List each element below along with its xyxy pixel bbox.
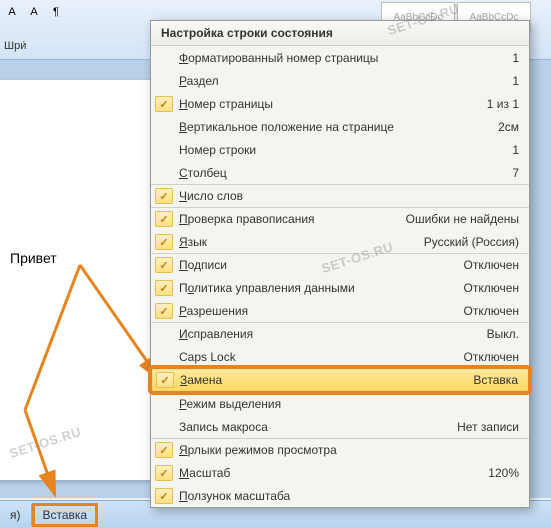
checkmark-icon (155, 442, 173, 458)
menu-item-value: 120% (488, 466, 519, 480)
menu-item-value: Русский (Россия) (424, 235, 519, 249)
menu-item-value: 2см (498, 120, 519, 134)
checkmark-icon (155, 234, 173, 250)
checkmark-icon (155, 303, 173, 319)
menu-item-label: Масштаб (179, 466, 488, 480)
menu-item-value: Отключен (463, 281, 519, 295)
status-tab-left[interactable]: я) (0, 504, 32, 526)
checkmark-icon (155, 280, 173, 296)
checkmark-icon (155, 349, 173, 365)
menu-item-label: Номер строки (179, 143, 512, 157)
menu-item-value: 1 (512, 51, 519, 65)
menu-item-value: Отключен (463, 350, 519, 364)
menu-item-value: Ошибки не найдены (406, 212, 519, 226)
menu-item-value: 7 (512, 166, 519, 180)
menu-item-label: Номер страницы (179, 97, 487, 111)
checkmark-icon (155, 188, 173, 204)
menu-item[interactable]: Форматированный номер страницы1 (151, 46, 529, 69)
menu-item-label: Caps Lock (179, 350, 463, 364)
document-text: Привет (10, 250, 130, 266)
checkmark-icon (155, 257, 173, 273)
menu-item-label: Разрешения (179, 304, 463, 318)
menu-item-label: Раздел (179, 74, 512, 88)
menu-item[interactable]: ПодписиОтключен (151, 253, 529, 276)
menu-item-value: Вставка (473, 373, 518, 387)
checkmark-icon (155, 73, 173, 89)
menu-item-value: 1 (512, 143, 519, 157)
ribbon-toolbar: A A ¶ (2, 2, 66, 22)
menu-item[interactable]: Число слов (151, 184, 529, 207)
menu-item-label: Политика управления данными (179, 281, 463, 295)
menu-item-label: Замена (180, 373, 473, 387)
checkmark-icon (155, 165, 173, 181)
menu-item[interactable]: Номер строки1 (151, 138, 529, 161)
checkmark-icon (155, 488, 173, 504)
menu-title: Настройка строки состояния (151, 21, 529, 46)
menu-item[interactable]: Номер страницы1 из 1 (151, 92, 529, 115)
menu-item[interactable]: Вертикальное положение на странице2см (151, 115, 529, 138)
menu-item[interactable]: Режим выделения (151, 392, 529, 415)
menu-item-label: Язык (179, 235, 424, 249)
menu-item[interactable]: Запись макросаНет записи (151, 415, 529, 438)
menu-item[interactable]: Ярлыки режимов просмотра (151, 438, 529, 461)
status-bar-config-menu: Настройка строки состояния Форматированн… (150, 20, 530, 508)
menu-item[interactable]: Caps LockОтключен (151, 345, 529, 368)
menu-item-label: Ярлыки режимов просмотра (179, 443, 519, 457)
checkmark-icon (155, 326, 173, 342)
font-group-label: Шри́ (4, 40, 26, 52)
menu-item-value: Выкл. (487, 327, 519, 341)
menu-item[interactable]: Раздел1 (151, 69, 529, 92)
menu-item-label: Режим выделения (179, 397, 519, 411)
checkmark-icon (155, 419, 173, 435)
menu-item-value: 1 (512, 74, 519, 88)
font-size-shrink-icon[interactable]: A (24, 2, 44, 22)
checkmark-icon (155, 142, 173, 158)
menu-item[interactable]: Столбец7 (151, 161, 529, 184)
menu-item[interactable]: ЗаменаВставка (151, 368, 529, 392)
status-tab-insert[interactable]: Вставка (32, 503, 99, 527)
checkmark-icon (155, 396, 173, 412)
menu-item-label: Столбец (179, 166, 512, 180)
menu-item[interactable]: ИсправленияВыкл. (151, 322, 529, 345)
checkmark-icon (155, 50, 173, 66)
checkmark-icon (155, 119, 173, 135)
menu-item[interactable]: Проверка правописанияОшибки не найдены (151, 207, 529, 230)
menu-item-label: Подписи (179, 258, 463, 272)
menu-item-label: Ползунок масштаба (179, 489, 519, 503)
clear-format-icon[interactable]: ¶ (46, 2, 66, 22)
menu-item-value: Нет записи (457, 420, 519, 434)
checkmark-icon (155, 211, 173, 227)
checkmark-icon (156, 372, 174, 388)
menu-item-label: Запись макроса (179, 420, 457, 434)
menu-item-label: Число слов (179, 189, 519, 203)
document-page[interactable]: Привет (0, 80, 160, 480)
menu-item-label: Вертикальное положение на странице (179, 120, 498, 134)
menu-item-value: Отключен (463, 304, 519, 318)
menu-item[interactable]: Ползунок масштаба (151, 484, 529, 507)
menu-item[interactable]: Масштаб120% (151, 461, 529, 484)
menu-item-value: 1 из 1 (487, 97, 519, 111)
menu-item[interactable]: Политика управления даннымиОтключен (151, 276, 529, 299)
menu-item-value: Отключен (463, 258, 519, 272)
checkmark-icon (155, 96, 173, 112)
checkmark-icon (155, 465, 173, 481)
menu-item[interactable]: ЯзыкРусский (Россия) (151, 230, 529, 253)
menu-item-label: Форматированный номер страницы (179, 51, 512, 65)
font-size-grow-icon[interactable]: A (2, 2, 22, 22)
menu-item[interactable]: РазрешенияОтключен (151, 299, 529, 322)
menu-item-label: Исправления (179, 327, 487, 341)
menu-item-label: Проверка правописания (179, 212, 406, 226)
